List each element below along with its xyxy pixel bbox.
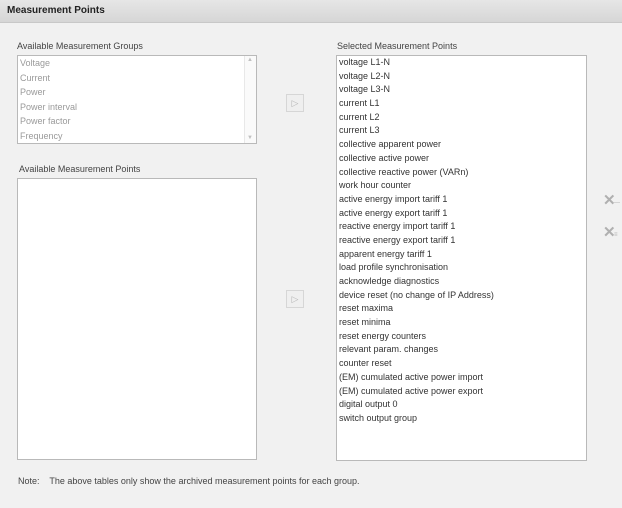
selected-point-item[interactable]: (EM) cumulated active power export [337, 385, 586, 399]
group-list-item[interactable]: Current [18, 71, 256, 86]
points-list[interactable] [17, 178, 257, 460]
selected-point-item[interactable]: voltage L3-N [337, 83, 586, 97]
selected-point-item[interactable]: (EM) cumulated active power import [337, 371, 586, 385]
arrow-right-icon: ▷ [291, 98, 299, 108]
selected-point-item[interactable]: device reset (no change of IP Address) [337, 289, 586, 303]
selected-point-item[interactable]: current L1 [337, 97, 586, 111]
selected-point-item[interactable]: collective active power [337, 152, 586, 166]
selected-point-item[interactable]: active energy export tariff 1 [337, 207, 586, 221]
selected-point-item[interactable]: reactive energy export tariff 1 [337, 234, 586, 248]
selected-point-item[interactable]: collective reactive power (VARn) [337, 166, 586, 180]
group-list-item[interactable]: Voltage [18, 56, 256, 71]
add-point-button[interactable]: ▷ [286, 290, 304, 308]
selected-point-item[interactable]: reactive energy import tariff 1 [337, 220, 586, 234]
selected-point-item[interactable]: acknowledge diagnostics [337, 275, 586, 289]
selected-point-item[interactable]: load profile synchronisation [337, 261, 586, 275]
scroll-down-icon[interactable]: ▼ [247, 135, 253, 141]
group-list-item[interactable]: Frequency [18, 129, 256, 144]
remove-selected-button[interactable]: ✕ — [603, 193, 620, 208]
selected-point-item[interactable]: active energy import tariff 1 [337, 193, 586, 207]
selected-point-item[interactable]: collective apparent power [337, 138, 586, 152]
selected-label: Selected Measurement Points [337, 41, 458, 51]
points-label: Available Measurement Points [19, 164, 141, 174]
selected-list[interactable]: voltage L1-N voltage L2-N voltage L3-N curr… [336, 55, 587, 461]
selected-point-item[interactable]: current L2 [337, 111, 586, 125]
add-group-button[interactable]: ▷ [286, 94, 304, 112]
selected-point-item[interactable]: work hour counter [337, 179, 586, 193]
selected-point-item[interactable]: voltage L1-N [337, 56, 586, 70]
group-list-item[interactable]: Power [18, 85, 256, 100]
scroll-up-icon[interactable]: ▲ [247, 57, 253, 63]
panel-header: Measurement Points [0, 0, 622, 23]
selected-point-item[interactable]: voltage L2-N [337, 70, 586, 84]
selected-point-item[interactable]: current L3 [337, 124, 586, 138]
selected-point-item[interactable]: reset minima [337, 316, 586, 330]
selected-point-item[interactable]: digital output 0 [337, 398, 586, 412]
groups-list[interactable]: Voltage Current Power Power interval Power f… [17, 55, 257, 144]
group-list-item[interactable]: Power factor [18, 114, 256, 129]
selected-point-item[interactable]: counter reset [337, 357, 586, 371]
groups-scrollbar[interactable]: ▲ ▼ [244, 56, 256, 143]
group-list-item[interactable]: Power interval [18, 100, 256, 115]
selected-point-item[interactable]: reset energy counters [337, 330, 586, 344]
selected-point-item[interactable]: apparent energy tariff 1 [337, 248, 586, 262]
groups-label: Available Measurement Groups [17, 41, 143, 51]
panel-title: Measurement Points [7, 5, 105, 16]
selected-point-item[interactable]: switch output group [337, 412, 586, 426]
remove-all-button[interactable]: ✕ ≡ [603, 225, 618, 240]
selected-point-item[interactable]: reset maxima [337, 302, 586, 316]
note-label: Note: [18, 476, 40, 486]
footer-note: Note: The above tables only show the arc… [18, 476, 360, 486]
selected-point-item[interactable]: relevant param. changes [337, 343, 586, 357]
arrow-right-icon: ▷ [291, 294, 299, 304]
note-text: The above tables only show the archived … [49, 476, 360, 486]
